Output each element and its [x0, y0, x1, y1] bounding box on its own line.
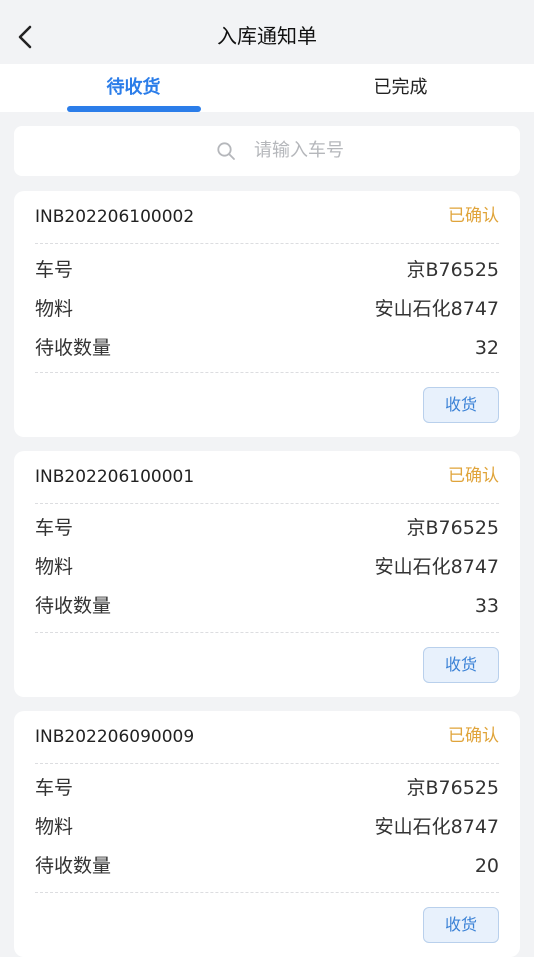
receive-button[interactable]: 收货 [423, 907, 499, 943]
material-label: 物料 [35, 556, 74, 578]
quantity-label: 待收数量 [35, 595, 112, 617]
top-bar: 入库通知单 [0, 0, 534, 64]
quantity-value: 33 [474, 595, 499, 617]
divider [35, 503, 499, 504]
back-button[interactable] [12, 20, 42, 54]
plate-value: 京B76525 [406, 259, 499, 281]
chevron-left-icon [18, 25, 32, 49]
search-icon [217, 142, 235, 160]
tab-bar: 待收货 已完成 [0, 64, 534, 112]
order-number: INB202206100001 [35, 467, 195, 487]
page-title: 入库通知单 [217, 24, 317, 48]
plate-label: 车号 [35, 517, 74, 539]
material-value: 安山石化8747 [374, 556, 499, 578]
status-badge: 已确认 [448, 206, 499, 226]
quantity-value: 32 [474, 337, 499, 359]
quantity-label: 待收数量 [35, 337, 112, 359]
quantity-value: 20 [474, 855, 499, 877]
material-label: 物料 [35, 816, 74, 838]
plate-label: 车号 [35, 777, 74, 799]
divider [35, 372, 499, 373]
receive-button[interactable]: 收货 [423, 647, 499, 683]
material-label: 物料 [35, 298, 74, 320]
divider [35, 632, 499, 633]
active-tab-indicator [67, 106, 201, 112]
order-number: INB202206090009 [35, 727, 195, 747]
status-badge: 已确认 [448, 466, 499, 486]
receive-button[interactable]: 收货 [423, 387, 499, 423]
material-value: 安山石化8747 [374, 298, 499, 320]
divider [35, 763, 499, 764]
order-card[interactable]: INB202206100001 已确认 车号 京B76525 物料 安山石化87… [14, 451, 520, 697]
material-value: 安山石化8747 [374, 816, 499, 838]
divider [35, 243, 499, 244]
quantity-label: 待收数量 [35, 855, 112, 877]
order-card[interactable]: INB202206090009 已确认 车号 京B76525 物料 安山石化87… [14, 711, 520, 957]
plate-label: 车号 [35, 259, 74, 281]
search-placeholder: 请输入车号 [254, 140, 344, 161]
status-badge: 已确认 [448, 726, 499, 746]
order-card[interactable]: INB202206100002 已确认 车号 京B76525 物料 安山石化87… [14, 191, 520, 437]
tab-pending[interactable]: 待收货 [0, 64, 267, 112]
tab-completed[interactable]: 已完成 [267, 64, 534, 112]
plate-value: 京B76525 [406, 777, 499, 799]
order-number: INB202206100002 [35, 207, 195, 227]
search-input[interactable]: 请输入车号 [14, 126, 520, 176]
plate-value: 京B76525 [406, 517, 499, 539]
divider [35, 892, 499, 893]
